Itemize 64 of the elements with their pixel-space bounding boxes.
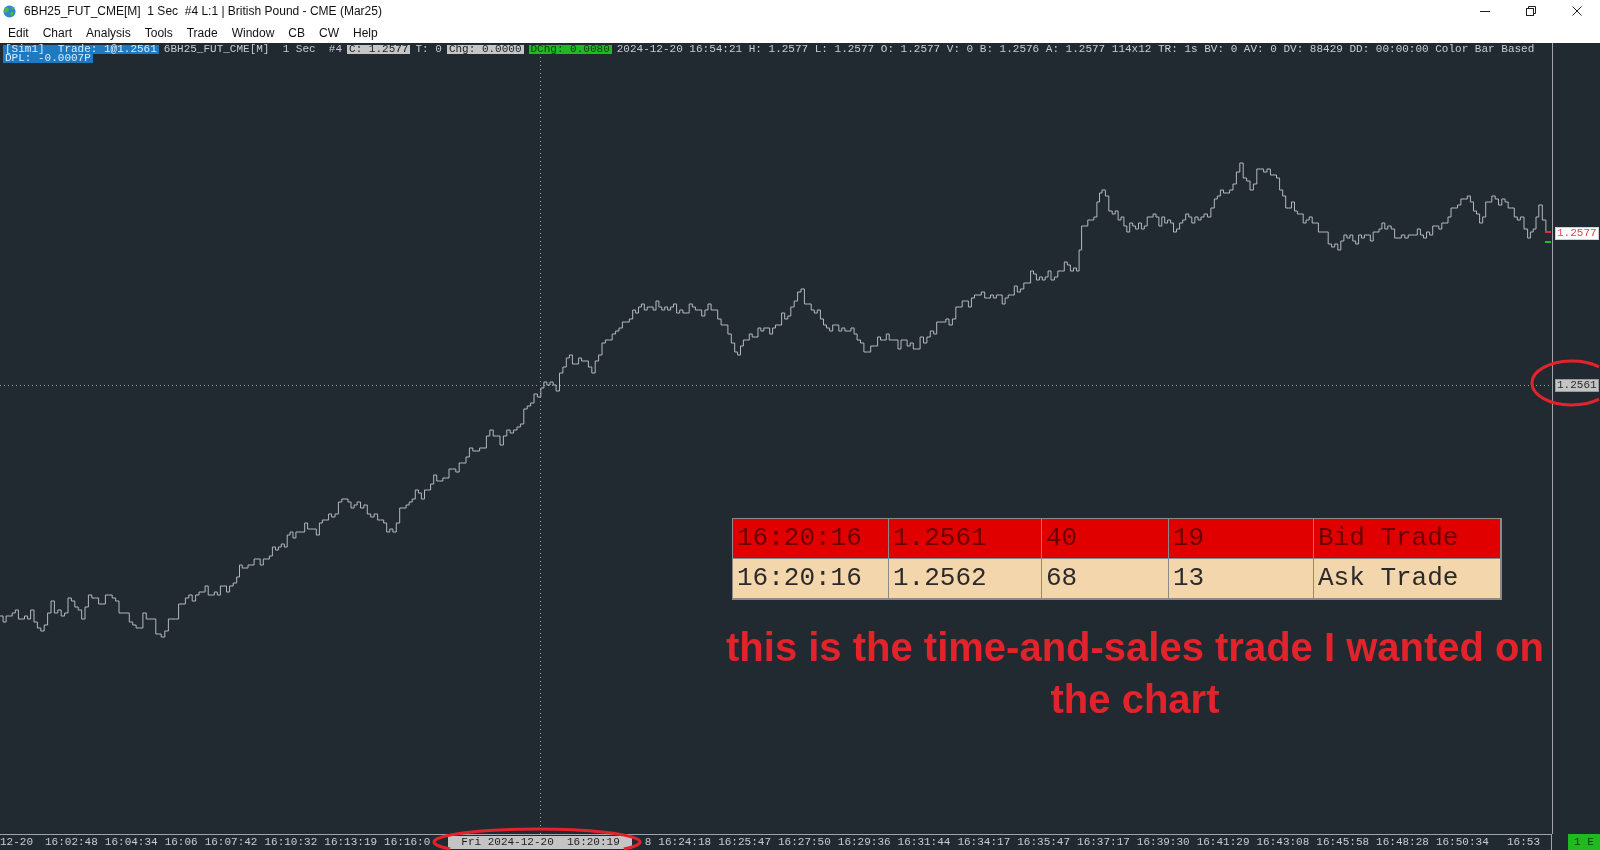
ellipse-annotation bbox=[1530, 359, 1600, 407]
minimize-icon bbox=[1480, 10, 1490, 12]
time-label: 8 bbox=[644, 836, 652, 849]
globe-icon bbox=[3, 4, 16, 18]
menu-item[interactable]: Edit bbox=[1, 23, 36, 42]
time-label: 16:37:17 bbox=[1077, 836, 1130, 849]
info-text: 6BH25_FUT_CME[M] 1 Sec #4 bbox=[163, 45, 343, 54]
menu-item[interactable]: Analysis bbox=[79, 23, 138, 42]
table-cell: 40 bbox=[1042, 519, 1169, 559]
time-label: 16:02:48 bbox=[45, 836, 98, 849]
time-label: 16:06 bbox=[164, 836, 198, 849]
time-label: 16:48:28 bbox=[1376, 836, 1429, 849]
time-label: 16:39:30 bbox=[1136, 836, 1190, 849]
info-text: 2024-12-20 16:54:21 H: 1.2577 L: 1.2577 O: 1.2577 V: 0 B: 1.2576 A: 1.2577 114x12 TR: 1s BV: 0 AV: 0 DV: 88429 DD: 00:00:00 Color Bar Based bbox=[616, 45, 1535, 54]
annotation-text: this is the time-and-sales trade I wanted on the chart bbox=[726, 625, 1544, 721]
status-label: 1 E bbox=[1568, 834, 1600, 850]
table-cell: 1.2561 bbox=[889, 519, 1042, 559]
table-cell: 16:20:16 bbox=[733, 519, 889, 559]
value-label: Chg: 0.0000 bbox=[446, 45, 524, 54]
menu-item[interactable]: Trade bbox=[179, 23, 225, 42]
table-cell: 68 bbox=[1042, 559, 1169, 599]
time-label: 16:13:19 bbox=[324, 836, 378, 849]
time-label: 16:34:17 bbox=[957, 836, 1011, 849]
window-title: 6BH25_FUT_CME[M] 1 Sec #4 L:1 | British Pound - CME (Mar25) bbox=[24, 3, 382, 20]
menu-item[interactable]: Help bbox=[346, 23, 385, 42]
price-marker-icon bbox=[1545, 241, 1551, 243]
table-cell: Bid Trade bbox=[1314, 519, 1501, 559]
time-label: 16:45:58 bbox=[1316, 836, 1370, 849]
time-label: 16:10:32 bbox=[264, 836, 318, 849]
time-label: 16:07:42 bbox=[204, 836, 258, 849]
time-label: 16:25:47 bbox=[718, 836, 771, 849]
time-label: 16:31:44 bbox=[897, 836, 951, 849]
trade-info-label: [Sim1] Trade: 1@1.2561 bbox=[3, 45, 159, 54]
price-marker-icon bbox=[1545, 231, 1551, 233]
menu-item[interactable]: Tools bbox=[137, 23, 180, 42]
info-text: T: 0 bbox=[415, 45, 442, 54]
last-price-label: 1.2577 bbox=[1555, 227, 1599, 240]
time-label: 16:41:29 bbox=[1196, 836, 1250, 849]
cursor-time-label: Fri 2024-12-20 16:20:19 bbox=[448, 836, 632, 849]
change-label: DChg: 0.0080 bbox=[528, 45, 612, 54]
table-cell: 16:20:16 bbox=[733, 559, 889, 599]
table-cell: 1.2562 bbox=[889, 559, 1042, 599]
close-icon bbox=[1572, 6, 1582, 16]
time-label: 16:29:36 bbox=[837, 836, 891, 849]
table-cell: 19 bbox=[1169, 519, 1314, 559]
menu-item[interactable]: Window bbox=[224, 23, 282, 42]
time-label: 16:50:34 bbox=[1435, 836, 1489, 849]
time-label: 16:35:47 bbox=[1017, 836, 1071, 849]
time-label: 16:16:0 bbox=[384, 836, 431, 849]
menu-item[interactable]: CB bbox=[281, 23, 312, 42]
restore-icon bbox=[1526, 6, 1536, 16]
menu-item[interactable]: Chart bbox=[35, 23, 80, 42]
time-label: 16:24:18 bbox=[658, 836, 712, 849]
time-label: 16:27:50 bbox=[778, 836, 831, 849]
cursor-price-label: 1.2561 bbox=[1555, 379, 1599, 392]
table-cell: Ask Trade bbox=[1314, 559, 1501, 599]
time-label: 16:04:34 bbox=[104, 836, 158, 849]
time-label: 16:43:08 bbox=[1256, 836, 1310, 849]
table-cell: 13 bbox=[1169, 559, 1314, 599]
trade-info-label: DPL: -0.0007P bbox=[3, 54, 93, 63]
time-label: 12-20 bbox=[0, 836, 33, 849]
value-label: C: 1.2577 bbox=[347, 45, 411, 54]
time-label: 16:53 bbox=[1507, 836, 1540, 849]
menu-item[interactable]: CW bbox=[312, 23, 346, 42]
